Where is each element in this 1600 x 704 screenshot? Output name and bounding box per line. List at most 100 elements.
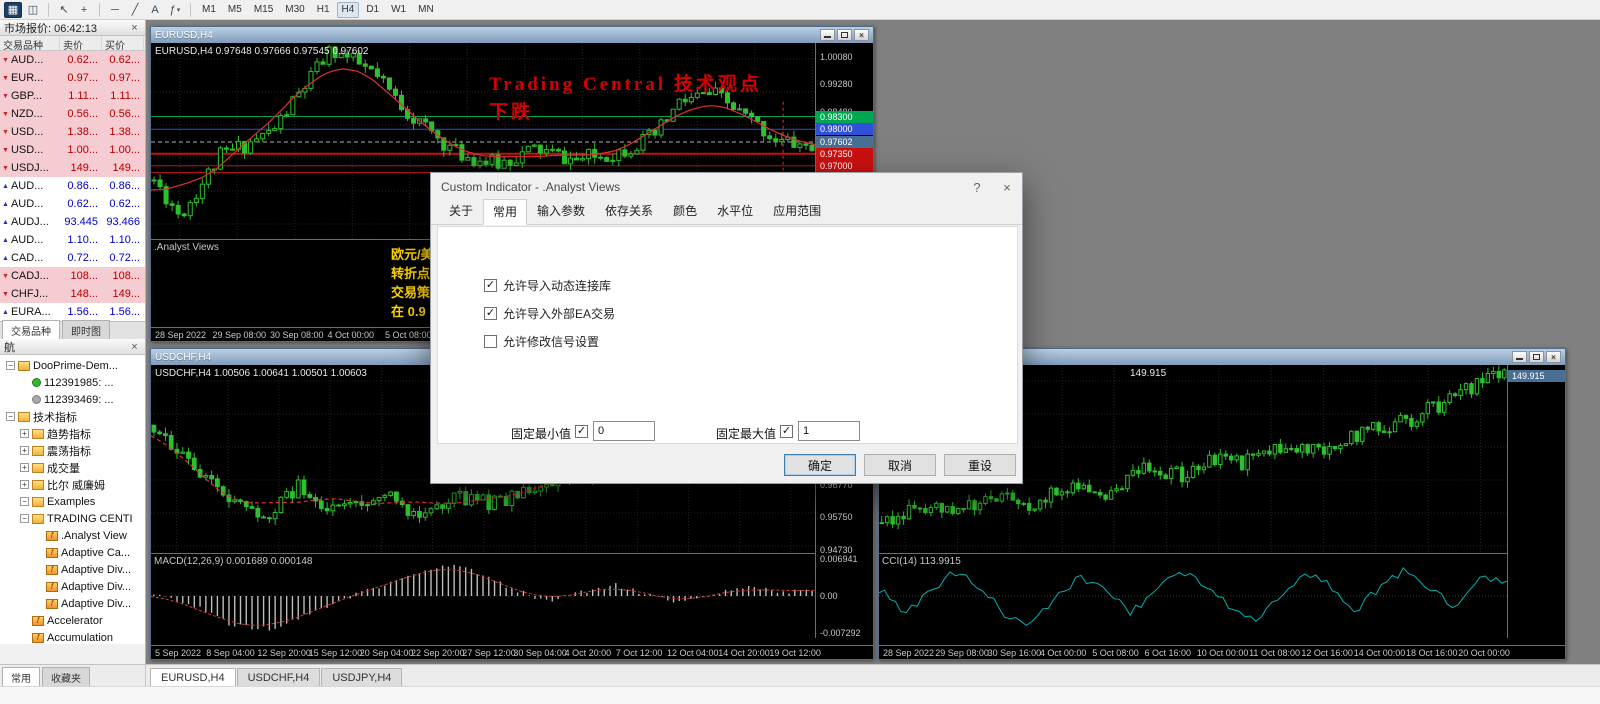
minimize-button[interactable]: [820, 29, 835, 41]
navigator-tab-active[interactable]: 常用: [2, 667, 40, 686]
fixed-max-input[interactable]: [798, 421, 860, 441]
market-watch-row[interactable]: ▲AUD...1.10...1.10...: [0, 231, 145, 249]
market-watch-row[interactable]: ▲CAD...0.72...0.72...: [0, 249, 145, 267]
tree-item[interactable]: −DooPrime-Dem...: [0, 357, 145, 374]
dialog-titlebar[interactable]: Custom Indicator - .Analyst Views ? ×: [431, 173, 1022, 201]
window-titlebar[interactable]: EURUSD,H4 ×: [151, 27, 873, 43]
tree-item[interactable]: 112391985: ...: [0, 374, 145, 391]
tree-item[interactable]: fAdaptive Div...: [0, 561, 145, 578]
market-watch-tab-inactive[interactable]: 即时图: [62, 320, 110, 339]
tree-expand-toggle[interactable]: −: [6, 412, 15, 421]
acc-green-icon: [32, 378, 41, 387]
hline-icon[interactable]: ─: [106, 2, 124, 18]
tree-item[interactable]: −Examples: [0, 493, 145, 510]
close-button[interactable]: ×: [1546, 351, 1561, 363]
dialog-tab[interactable]: 常用: [483, 199, 527, 225]
tree-item[interactable]: +比尔 威廉姆: [0, 476, 145, 493]
fixed-min-input[interactable]: [593, 421, 655, 441]
market-watch-row[interactable]: ▼EUR...0.97...0.97...: [0, 69, 145, 87]
tree-item[interactable]: fAdaptive Ca...: [0, 544, 145, 561]
tree-expand-toggle[interactable]: +: [20, 446, 29, 455]
cancel-button[interactable]: 取消: [864, 454, 936, 476]
chart-tab[interactable]: USDCHF,H4: [237, 668, 321, 686]
dialog-tab[interactable]: 关于: [439, 198, 483, 224]
market-watch-row[interactable]: ▲AUDJ...93.44593.466: [0, 213, 145, 231]
crosshair-icon[interactable]: +: [75, 2, 93, 18]
checkbox-checked[interactable]: ✓: [484, 279, 497, 292]
dialog-tab[interactable]: 应用范围: [763, 198, 831, 224]
tree-item[interactable]: +趋势指标: [0, 425, 145, 442]
reset-button[interactable]: 重设: [944, 454, 1016, 476]
timeframe-button-w1[interactable]: W1: [386, 2, 411, 18]
tree-expand-toggle[interactable]: +: [20, 429, 29, 438]
tree-expand-toggle[interactable]: −: [20, 514, 29, 523]
market-watch-row[interactable]: ▼CADJ...108...108...: [0, 267, 145, 285]
timeframe-button-h4[interactable]: H4: [337, 2, 360, 18]
trading-central-headline: Trading Central 技术观点: [489, 69, 762, 96]
option-row[interactable]: ✓允许导入动态连接库: [484, 277, 611, 294]
timeframe-button-m1[interactable]: M1: [197, 2, 221, 18]
tree-item[interactable]: +成交量: [0, 459, 145, 476]
dialog-close-button[interactable]: ×: [992, 173, 1022, 201]
timeframe-button-m5[interactable]: M5: [223, 2, 247, 18]
chart-tab[interactable]: USDJPY,H4: [321, 668, 402, 686]
dialog-tab[interactable]: 输入参数: [527, 198, 595, 224]
market-watch-tab-active[interactable]: 交易品种: [2, 320, 60, 339]
tree-item[interactable]: +震荡指标: [0, 442, 145, 459]
tree-expand-toggle[interactable]: −: [20, 497, 29, 506]
restore-button[interactable]: [1529, 351, 1544, 363]
tree-item[interactable]: fAccumulation: [0, 629, 145, 644]
market-watch-row[interactable]: ▼GBP...1.11...1.11...: [0, 87, 145, 105]
option-row[interactable]: 允许修改信号设置: [484, 333, 599, 350]
market-watch-row[interactable]: ▼CHFJ...148...149...: [0, 285, 145, 303]
close-button[interactable]: ×: [854, 29, 869, 41]
market-watch-row[interactable]: ▲EURA...1.56...1.56...: [0, 303, 145, 321]
market-watch-row[interactable]: ▼USD...1.38...1.38...: [0, 123, 145, 141]
market-watch-row[interactable]: ▼AUD...0.62...0.62...: [0, 51, 145, 69]
minimize-button[interactable]: [1512, 351, 1527, 363]
tree-item[interactable]: fAdaptive Div...: [0, 578, 145, 595]
navigator-close-icon[interactable]: ×: [128, 341, 141, 353]
checkbox-checked[interactable]: ✓: [484, 307, 497, 320]
tree-expand-toggle[interactable]: +: [20, 463, 29, 472]
restore-button[interactable]: [837, 29, 852, 41]
dialog-tab[interactable]: 依存关系: [595, 198, 663, 224]
tree-item[interactable]: 112393469: ...: [0, 391, 145, 408]
indicators-icon[interactable]: ƒ▾: [166, 2, 184, 18]
market-watch-row[interactable]: ▲AUD...0.62...0.62...: [0, 195, 145, 213]
tree-item[interactable]: fAdaptive Div...: [0, 595, 145, 612]
checkbox-checked[interactable]: ✓: [780, 425, 793, 438]
timeframe-button-mn[interactable]: MN: [413, 2, 439, 18]
market-watch-row[interactable]: ▼USD...1.00...1.00...: [0, 141, 145, 159]
timeframe-button-d1[interactable]: D1: [361, 2, 384, 18]
market-watch-row[interactable]: ▼USDJ...149...149...: [0, 159, 145, 177]
tree-expand-toggle[interactable]: +: [20, 480, 29, 489]
checkbox-unchecked[interactable]: [484, 335, 497, 348]
symbol-cell: ▲CAD...: [0, 252, 60, 264]
option-row[interactable]: ✓允许导入外部EA交易: [484, 305, 615, 322]
tree-item[interactable]: −技术指标: [0, 408, 145, 425]
ok-button[interactable]: 确定: [784, 454, 856, 476]
dialog-tab[interactable]: 颜色: [663, 198, 707, 224]
tree-item[interactable]: −TRADING CENTI: [0, 510, 145, 527]
market-watch-close-icon[interactable]: ×: [128, 22, 141, 34]
text-label-icon[interactable]: A: [146, 2, 164, 18]
tree-expand-toggle[interactable]: −: [6, 361, 15, 370]
timeframe-button-m15[interactable]: M15: [249, 2, 278, 18]
dialog-tab[interactable]: 水平位: [707, 198, 763, 224]
profiles-icon[interactable]: ◫: [24, 2, 42, 18]
chart-tab[interactable]: EURUSD,H4: [150, 668, 236, 686]
timeframe-button-h1[interactable]: H1: [312, 2, 335, 18]
cursor-icon[interactable]: ↖: [55, 2, 73, 18]
timeframe-button-m30[interactable]: M30: [280, 2, 309, 18]
market-watch-row[interactable]: ▲AUD...0.86...0.86...: [0, 177, 145, 195]
app-icon[interactable]: ▦: [4, 2, 22, 18]
checkbox-checked[interactable]: ✓: [575, 425, 588, 438]
market-watch-row[interactable]: ▼NZD...0.56...0.56...: [0, 105, 145, 123]
navigator-tab-inactive[interactable]: 收藏夹: [42, 667, 90, 686]
tree-item[interactable]: fAccelerator: [0, 612, 145, 629]
price-tag: 0.97350: [816, 148, 873, 160]
help-button[interactable]: ?: [962, 173, 992, 201]
trendline-icon[interactable]: ╱: [126, 2, 144, 18]
tree-item[interactable]: f.Analyst View: [0, 527, 145, 544]
